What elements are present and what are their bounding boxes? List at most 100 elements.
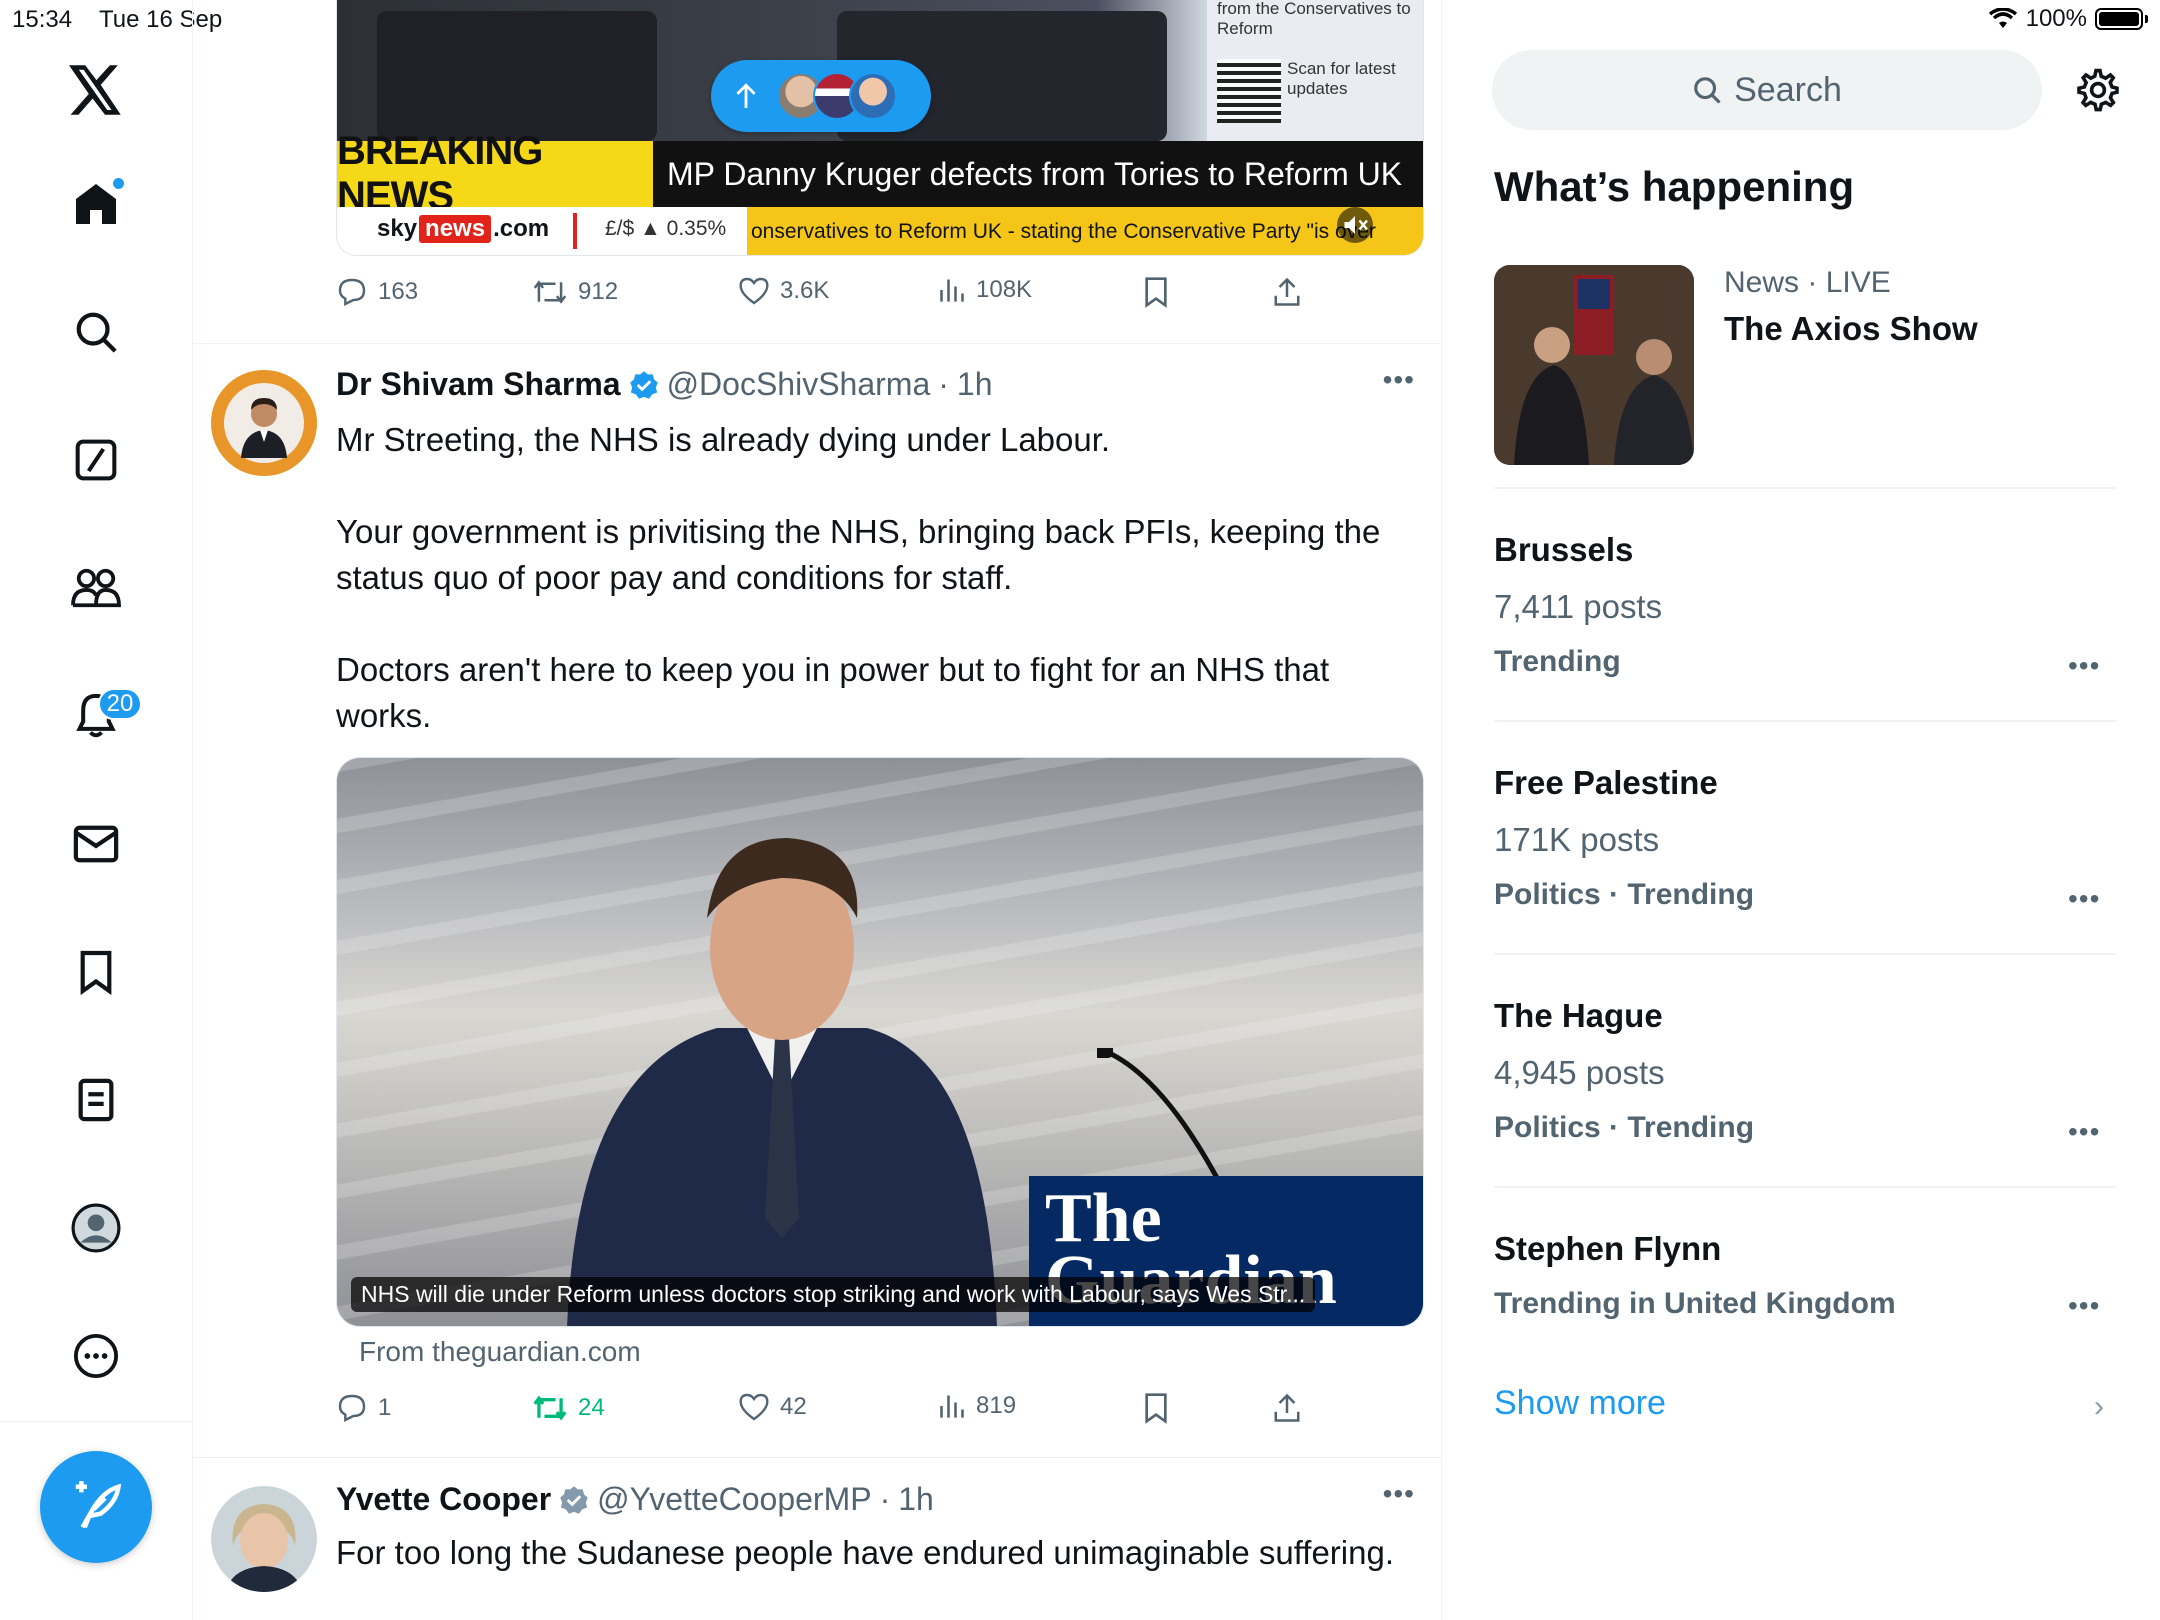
like-count: 42 [780, 1393, 807, 1420]
sky-news-logo: sky news .com [377, 215, 550, 243]
search-icon [76, 312, 117, 353]
microphone [1097, 1048, 1220, 1178]
views-button[interactable]: 819 [938, 1392, 1016, 1420]
repost-button[interactable]: 912 [532, 276, 618, 308]
post-time[interactable]: 1h [957, 366, 993, 403]
notifications-badge: 20 [98, 688, 142, 720]
search-placeholder: Search [1734, 70, 1842, 109]
nav-communities[interactable] [64, 556, 128, 620]
post-text: Mr Streeting, the NHS is already dying u… [336, 417, 1406, 739]
trend-divider [1494, 1186, 2116, 1188]
reply-button[interactable]: 1 [336, 1392, 391, 1424]
trend-more-button[interactable]: ••• [2068, 650, 2100, 682]
card-source[interactable]: From theguardian.com [359, 1336, 641, 1368]
trend-more-button[interactable]: ••• [2068, 1290, 2100, 1322]
battery-icon [2095, 8, 2143, 30]
settings-gear-icon[interactable] [2074, 66, 2122, 114]
mute-icon[interactable] [1337, 207, 1373, 243]
heart-icon [739, 277, 769, 305]
breaking-label: BREAKING NEWS [337, 129, 653, 218]
nav-explore[interactable] [64, 300, 128, 364]
post-paragraph: Your government is privitising the NHS, … [336, 513, 1381, 596]
trend-title[interactable]: Stephen Flynn [1494, 1230, 1721, 1268]
whats-happening-heading: What’s happening [1494, 163, 1855, 210]
nav-bookmarks[interactable] [64, 940, 128, 1004]
featured-category: News [1724, 266, 1800, 299]
post-time[interactable]: 1h [898, 1481, 934, 1518]
trend-kind: Politics · Trending [1494, 1111, 1755, 1144]
author-handle[interactable]: @DocShivSharma [667, 366, 931, 403]
bookmark-button[interactable] [1142, 1392, 1170, 1424]
avatar-image [211, 1486, 317, 1592]
trend-more-button[interactable]: ••• [2068, 883, 2100, 915]
post-actions: 1 24 42 819 [336, 1392, 1336, 1432]
presenter-figure [377, 11, 657, 141]
fx-rate: £/$ ▲ 0.35% [605, 217, 727, 240]
like-count: 3.6K [780, 277, 830, 304]
share-button[interactable] [1272, 276, 1302, 308]
author-handle[interactable]: @YvetteCooperMP [597, 1481, 871, 1518]
views-count: 108K [976, 276, 1033, 303]
heart-icon [739, 1393, 769, 1421]
post-text: For too long the Sudanese people have en… [336, 1530, 1406, 1576]
nav-profile[interactable] [64, 1196, 128, 1260]
compose-button[interactable] [40, 1451, 152, 1563]
reply-button[interactable]: 163 [336, 276, 418, 308]
qr-code-icon [1217, 59, 1281, 123]
breaking-headline: MP Danny Kruger defects from Tories to R… [667, 155, 1403, 192]
trend-divider [1494, 953, 2116, 955]
scan-text: Scan for latest updates [1287, 59, 1396, 98]
reply-icon [338, 1394, 366, 1422]
trend-more-button[interactable]: ••• [2068, 1116, 2100, 1148]
overlay-text: from the Conservatives to Reform [1217, 0, 1411, 38]
views-button[interactable]: 108K [938, 276, 1032, 304]
repost-count: 912 [578, 278, 619, 305]
like-button[interactable]: 42 [738, 1392, 807, 1422]
author-avatar[interactable] [211, 370, 317, 476]
nav-lists[interactable] [64, 1068, 128, 1132]
repost-count: 24 [578, 1394, 605, 1421]
nav-home[interactable] [64, 172, 128, 236]
lists-icon [78, 1078, 114, 1122]
author-name[interactable]: Dr Shivam Sharma [336, 366, 621, 403]
nav-messages[interactable] [64, 812, 128, 876]
share-icon [1274, 277, 1300, 306]
nav-grok[interactable] [64, 428, 128, 492]
post-more-button[interactable]: ••• [1383, 364, 1415, 396]
link-card[interactable]: The Guardian NHS will die under Reform u… [336, 757, 1424, 1327]
repost-button[interactable]: 24 [532, 1392, 605, 1424]
post-paragraph: Mr Streeting, the NHS is already dying u… [336, 421, 1111, 458]
author-name[interactable]: Yvette Cooper [336, 1481, 551, 1518]
trend-title[interactable]: Free Palestine [1494, 764, 1718, 802]
nav-more[interactable] [64, 1324, 128, 1388]
bookmark-icon [80, 950, 112, 995]
featured-thumbnail[interactable] [1494, 265, 1694, 465]
bookmark-button[interactable] [1142, 276, 1170, 308]
trend-title[interactable]: The Hague [1494, 997, 1663, 1035]
featured-meta: News · LIVE [1724, 266, 1891, 300]
search-input[interactable]: Search [1492, 50, 2042, 130]
trend-title[interactable]: Brussels [1494, 531, 1633, 569]
trend-kind: Trending in United Kingdom [1494, 1287, 1896, 1320]
nav-notifications[interactable]: 20 [64, 684, 142, 748]
post-more-button[interactable]: ••• [1383, 1478, 1415, 1510]
new-posts-pill[interactable] [711, 60, 931, 132]
x-logo-icon[interactable] [64, 58, 128, 122]
communities-icon [71, 568, 121, 608]
separator-dot: · [938, 366, 949, 402]
trend-divider [1494, 487, 2116, 489]
trend-posts: 7,411 posts [1494, 588, 1663, 625]
timeline: from the Conservatives to Reform Scan fo… [193, 0, 1442, 1620]
trend-divider [1494, 720, 2116, 722]
author-avatar[interactable] [211, 1486, 317, 1592]
featured-title[interactable]: The Axios Show [1724, 310, 1978, 348]
show-more-link[interactable]: Show more [1494, 1384, 1666, 1423]
scan-panel: from the Conservatives to Reform Scan fo… [1207, 0, 1423, 141]
profile-avatar-icon [71, 1203, 121, 1253]
like-button[interactable]: 3.6K [738, 276, 829, 306]
mail-icon [73, 825, 119, 863]
speaker-figure [567, 838, 997, 1326]
post-divider [193, 1457, 1441, 1458]
share-button[interactable] [1272, 1392, 1302, 1424]
trend-kind: Trending [1494, 645, 1621, 678]
